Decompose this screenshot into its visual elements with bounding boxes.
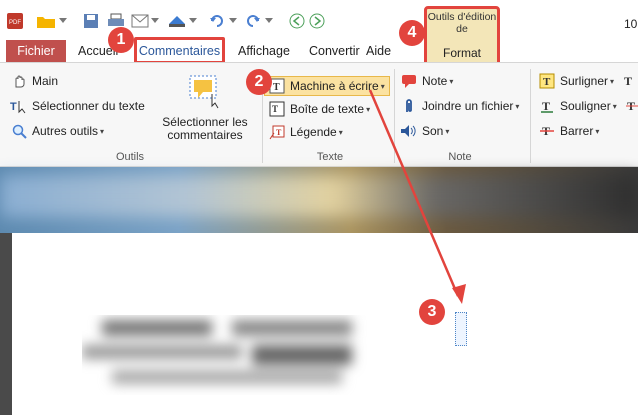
document-left-edge xyxy=(0,233,12,415)
chevron-down-icon[interactable] xyxy=(58,12,68,30)
back-icon[interactable] xyxy=(288,12,306,30)
chevron-down-icon: ▾ xyxy=(610,76,615,86)
chevron-down-icon: ▾ xyxy=(595,126,600,136)
select-text-button[interactable]: T Sélectionner du texte xyxy=(10,96,145,116)
ribbon-panel: Main T Sélectionner du texte Autres outi… xyxy=(0,62,638,167)
callout-marker: 2 xyxy=(246,69,272,95)
save-icon[interactable] xyxy=(82,12,100,30)
chevron-down-icon[interactable] xyxy=(264,12,274,30)
group-divider xyxy=(530,69,531,163)
typewriter-label: Machine à écrire xyxy=(290,79,379,93)
quick-access-toolbar: PDF 10 xyxy=(0,0,638,40)
typewriter-button-content[interactable]: T Machine à écrire ▾ xyxy=(268,76,385,96)
chevron-down-icon: ▾ xyxy=(449,76,454,86)
speaker-icon xyxy=(400,122,418,140)
tab-affichage[interactable]: Affichage xyxy=(238,40,290,62)
legend-button[interactable]: T Légende ▾ xyxy=(268,122,343,142)
pdf-logo-icon: PDF xyxy=(6,12,24,30)
attach-file-label: Joindre un fichier xyxy=(422,99,514,113)
svg-text:T: T xyxy=(543,76,551,88)
underline-icon: T xyxy=(538,97,556,115)
tab-commentaires[interactable]: Commentaires xyxy=(134,37,225,64)
hand-tool-button[interactable]: Main xyxy=(10,71,58,91)
underline-button[interactable]: T Souligner ▾ T xyxy=(538,96,638,116)
chevron-down-icon: ▾ xyxy=(100,126,105,136)
callout-marker: 3 xyxy=(419,299,445,325)
attach-file-button[interactable]: Joindre un fichier ▾ xyxy=(400,96,519,116)
undo-icon[interactable] xyxy=(208,12,226,30)
chevron-down-icon[interactable] xyxy=(150,12,160,30)
legend-icon: T xyxy=(268,123,286,141)
redo-icon[interactable] xyxy=(244,12,262,30)
scan-icon[interactable] xyxy=(166,12,188,30)
strikeout-icon: T xyxy=(538,122,556,140)
svg-text:T: T xyxy=(272,104,278,114)
forward-icon[interactable] xyxy=(308,12,326,30)
sound-label: Son xyxy=(422,124,444,138)
svg-text:T: T xyxy=(273,82,280,93)
textbox-label: Boîte de texte xyxy=(290,102,365,116)
chevron-down-icon: ▾ xyxy=(515,101,520,111)
select-text-icon: T xyxy=(10,97,28,115)
svg-text:T: T xyxy=(624,74,632,88)
squiggly-icon[interactable]: T xyxy=(620,72,638,90)
hand-icon xyxy=(10,72,28,90)
highlight-button[interactable]: T Surligner ▾ T xyxy=(538,71,638,91)
paperclip-icon xyxy=(400,97,418,115)
svg-text:T: T xyxy=(10,101,17,113)
chevron-down-icon: ▾ xyxy=(338,127,343,137)
callout-marker: 4 xyxy=(399,20,425,46)
tab-convertir[interactable]: Convertir xyxy=(309,40,360,62)
group-divider xyxy=(394,69,395,163)
note-button[interactable]: Note ▾ xyxy=(400,71,453,91)
chevron-down-icon[interactable] xyxy=(228,12,238,30)
chevron-down-icon: ▾ xyxy=(366,104,371,114)
chevron-down-icon: ▾ xyxy=(445,126,450,136)
select-comments-button[interactable]: Sélectionner les commentaires xyxy=(150,68,260,148)
typewriter-text-box[interactable] xyxy=(455,312,467,346)
select-comments-icon xyxy=(188,70,222,113)
document-header-blur xyxy=(0,175,638,217)
textbox-icon: T xyxy=(268,100,286,118)
ribbon-tabs: Fichier Accueil Commentaires Affichage C… xyxy=(0,37,638,64)
other-tools-button[interactable]: Autres outils ▾ xyxy=(10,121,104,141)
open-folder-icon[interactable] xyxy=(36,12,56,30)
group-label-texte: Texte xyxy=(316,151,344,163)
hand-tool-label: Main xyxy=(32,74,59,88)
strikeout-label: Barrer xyxy=(560,124,594,138)
blurred-page-content xyxy=(82,315,382,395)
highlight-label: Surligner xyxy=(560,74,609,88)
tab-aide[interactable]: Aide xyxy=(366,40,391,62)
highlight-icon: T xyxy=(538,72,556,90)
group-label-outils: Outils xyxy=(115,151,145,163)
textbox-button[interactable]: T Boîte de texte ▾ xyxy=(268,99,370,119)
other-tools-label: Autres outils xyxy=(32,124,99,138)
svg-text:T: T xyxy=(542,99,550,113)
chevron-down-icon: ▾ xyxy=(380,81,385,91)
group-label-note: Note xyxy=(448,151,472,163)
select-text-label: Sélectionner du texte xyxy=(32,99,145,113)
replace-text-icon[interactable]: T xyxy=(623,97,638,115)
svg-text:T: T xyxy=(276,128,282,137)
page-counter: 10 xyxy=(624,17,638,31)
email-icon[interactable] xyxy=(130,12,150,30)
chevron-down-icon: ▾ xyxy=(612,101,617,111)
note-label: Note xyxy=(422,74,448,88)
select-comments-label: Sélectionner les commentaires xyxy=(162,115,248,142)
callout-marker: 1 xyxy=(108,27,134,53)
underline-label: Souligner xyxy=(560,99,611,113)
magnifier-icon xyxy=(10,122,28,140)
sound-button[interactable]: Son ▾ xyxy=(400,121,449,141)
chevron-down-icon[interactable] xyxy=(188,12,198,30)
svg-text:PDF: PDF xyxy=(9,20,21,26)
tab-fichier[interactable]: Fichier xyxy=(6,40,66,62)
contextual-group-title: Outils d'édition de xyxy=(427,11,497,35)
note-icon xyxy=(400,72,418,90)
legend-label: Légende xyxy=(290,125,337,139)
strikeout-button[interactable]: T Barrer ▾ xyxy=(538,121,599,141)
